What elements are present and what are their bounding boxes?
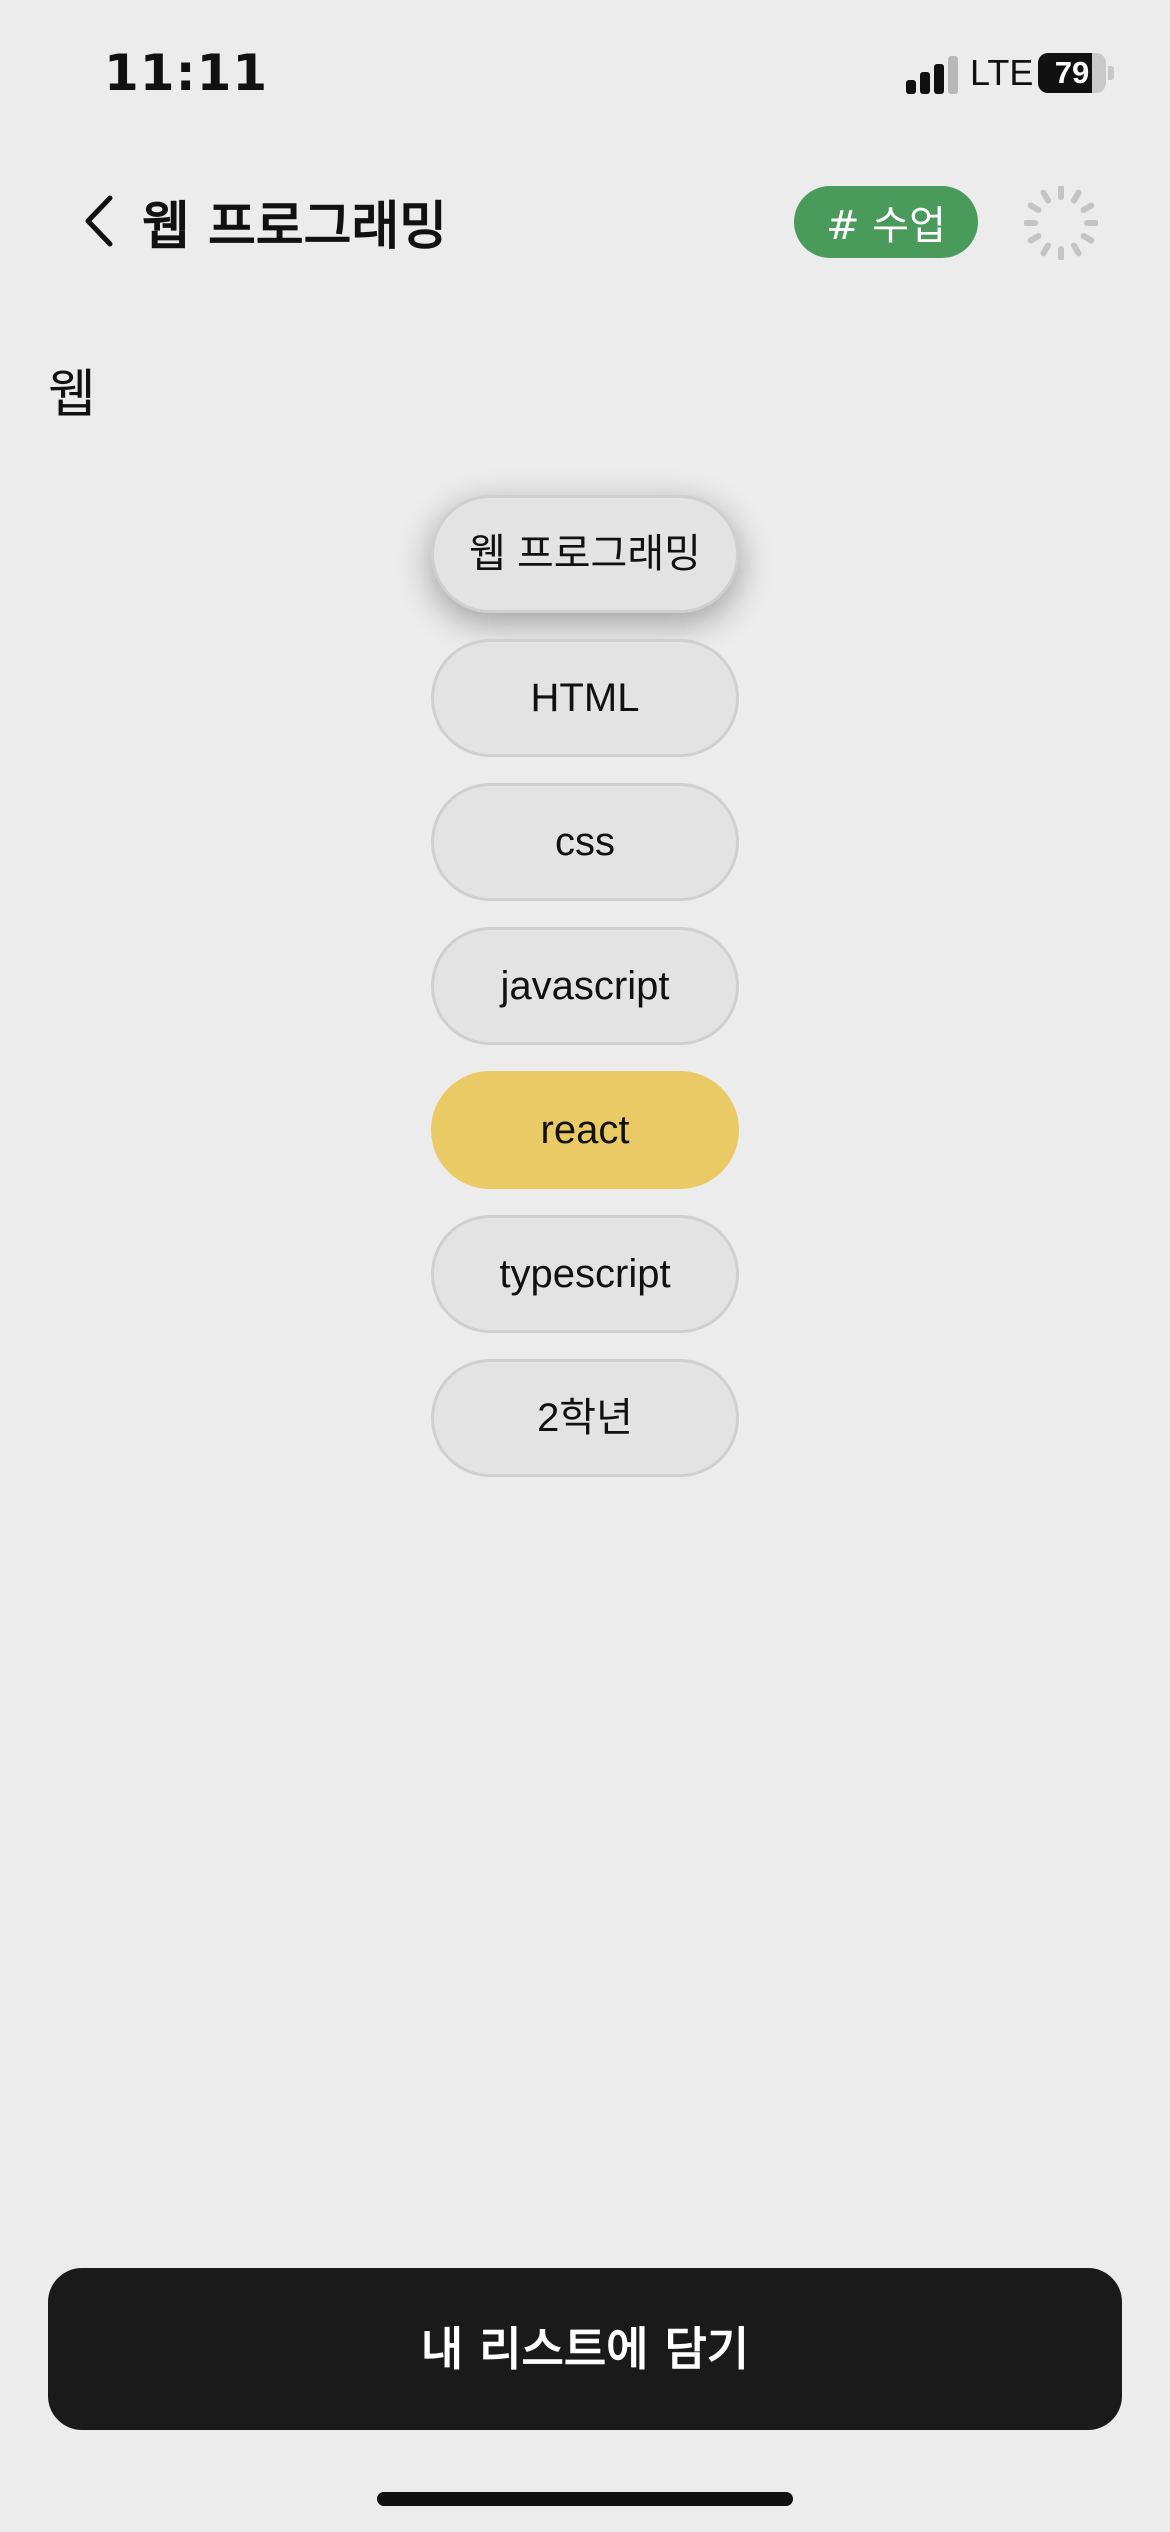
chevron-left-icon <box>85 195 113 247</box>
network-type: LTE <box>970 52 1034 93</box>
home-indicator <box>377 2492 793 2506</box>
signal-strength-icon <box>906 54 960 94</box>
chip-web-programming[interactable]: 웹 프로그래밍 <box>431 495 739 613</box>
status-time: 11:11 <box>104 44 269 102</box>
back-button[interactable] <box>76 186 126 256</box>
chip-css[interactable]: css <box>431 783 739 901</box>
battery-level: 79 <box>1054 55 1090 90</box>
loading-spinner-icon <box>1023 185 1099 261</box>
chip-react[interactable]: react <box>431 1071 739 1189</box>
chip-javascript[interactable]: javascript <box>431 927 739 1045</box>
add-to-my-list-button[interactable]: 내 리스트에 담기 <box>48 2268 1122 2430</box>
chip-second-grade[interactable]: 2학년 <box>431 1359 739 1477</box>
chip-html[interactable]: HTML <box>431 639 739 757</box>
category-tag[interactable]: # 수업 <box>794 186 978 258</box>
chip-typescript[interactable]: typescript <box>431 1215 739 1333</box>
status-bar: 11:11 LTE 79 <box>0 0 1170 150</box>
battery-tip <box>1108 66 1114 80</box>
page-title: 웹 프로그래밍 <box>142 197 448 257</box>
battery-icon: 79 <box>1038 53 1106 93</box>
section-label: 웹 <box>48 365 96 425</box>
